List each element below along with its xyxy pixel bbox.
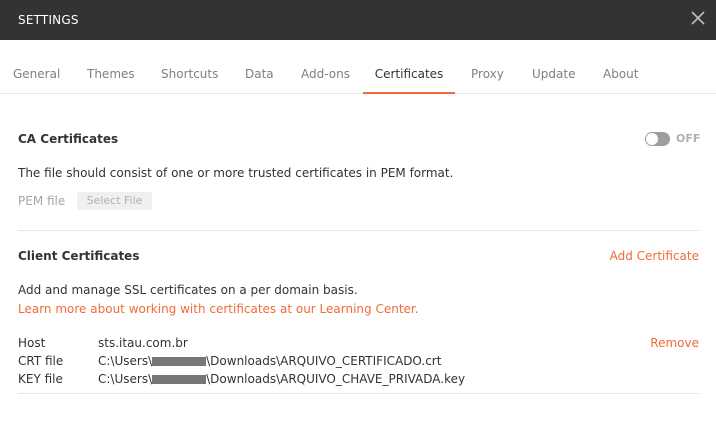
tab-shortcuts[interactable]: Shortcuts	[161, 40, 218, 93]
tab-proxy[interactable]: Proxy	[471, 40, 504, 93]
toggle-knob	[646, 133, 658, 145]
titlebar: SETTINGS	[0, 0, 716, 40]
entry-divider	[18, 393, 699, 394]
pem-file-label: PEM file	[18, 194, 66, 208]
settings-tabs: General Themes Shortcuts Data Add-ons Ce…	[0, 40, 716, 94]
host-label: Host	[18, 336, 46, 350]
select-file-button[interactable]: Select File	[77, 192, 152, 210]
crt-file-path: C:\Users\ \Downloads\ARQUIVO_CERTIFICADO.…	[98, 354, 441, 368]
ca-description: The file should consist of one or more t…	[18, 166, 454, 180]
section-divider	[18, 230, 699, 231]
key-file-label: KEY file	[18, 372, 63, 386]
client-description: Add and manage SSL certificates on a per…	[18, 283, 358, 297]
key-file-path: C:\Users\ \Downloads\ARQUIVO_CHAVE_PRIVAD…	[98, 372, 465, 386]
client-certificates-heading: Client Certificates	[18, 249, 140, 263]
remove-certificate-button[interactable]: Remove	[650, 336, 699, 350]
tab-certificates[interactable]: Certificates	[363, 40, 455, 94]
tab-about[interactable]: About	[603, 40, 638, 93]
tab-update[interactable]: Update	[532, 40, 575, 93]
redacted-username	[152, 357, 207, 366]
tab-data[interactable]: Data	[245, 40, 274, 93]
ca-toggle-state-label: OFF	[676, 132, 701, 145]
learning-center-link[interactable]: Learn more about working with certificat…	[18, 302, 419, 316]
crt-file-label: CRT file	[18, 354, 64, 368]
tab-themes[interactable]: Themes	[87, 40, 135, 93]
add-certificate-link[interactable]: Add Certificate	[610, 249, 699, 263]
ca-certificates-heading: CA Certificates	[18, 132, 119, 146]
close-icon[interactable]	[690, 10, 706, 26]
host-value: sts.itau.com.br	[98, 336, 188, 350]
tab-general[interactable]: General	[13, 40, 60, 93]
page-title: SETTINGS	[18, 13, 79, 27]
crt-path-prefix: C:\Users\	[98, 354, 153, 368]
key-path-suffix: \Downloads\ARQUIVO_CHAVE_PRIVADA.key	[206, 372, 466, 386]
crt-path-suffix: \Downloads\ARQUIVO_CERTIFICADO.crt	[206, 354, 442, 368]
ca-certificates-toggle[interactable]	[645, 132, 670, 146]
key-path-prefix: C:\Users\	[98, 372, 153, 386]
tab-add-ons[interactable]: Add-ons	[301, 40, 350, 93]
redacted-username	[152, 375, 207, 384]
